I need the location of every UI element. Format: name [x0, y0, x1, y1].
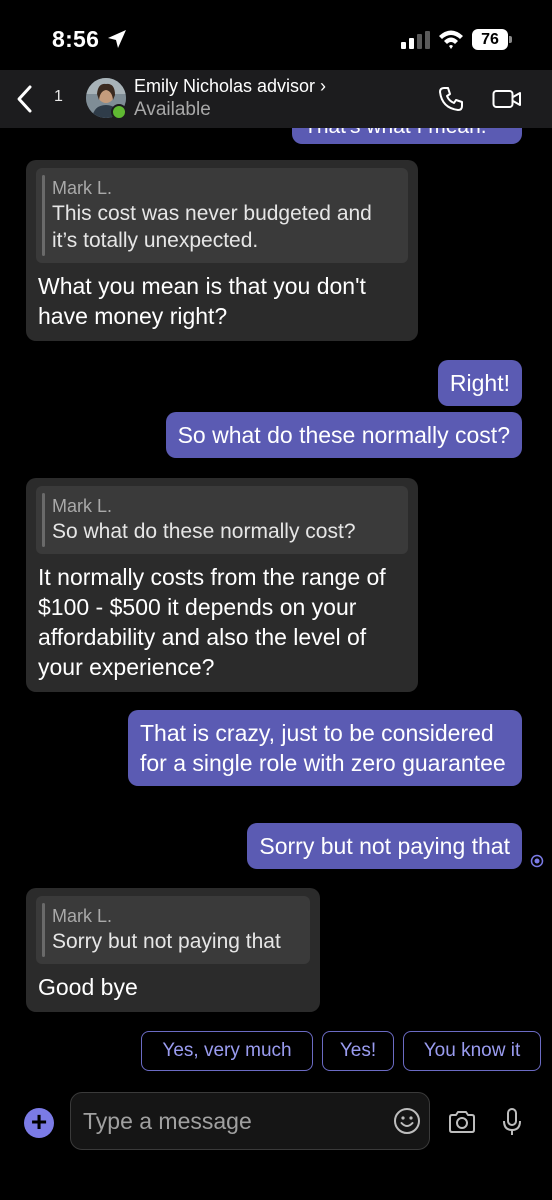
battery-cap: [509, 36, 512, 43]
message-text: Good bye: [38, 974, 138, 1000]
quote-text: This cost was never budgeted and it’s to…: [52, 202, 372, 252]
quote-author: Mark L.: [52, 496, 113, 516]
battery-level: 76: [472, 29, 508, 50]
plus-icon[interactable]: +: [24, 1108, 54, 1138]
video-icon[interactable]: [492, 88, 522, 110]
suggested-reply-chip[interactable]: You know it: [403, 1031, 541, 1071]
camera-icon[interactable]: [448, 1110, 476, 1134]
outgoing-message[interactable]: That is crazy, just to be considered for…: [128, 710, 522, 786]
status-time: 8:56: [52, 26, 100, 52]
location-arrow-icon: [108, 30, 126, 48]
message-input-box[interactable]: [70, 1092, 430, 1150]
incoming-message[interactable]: Mark L. So what do these normally cost? …: [26, 478, 418, 692]
signal-icon: [401, 31, 430, 49]
outgoing-message[interactable]: Right!: [437, 360, 522, 406]
message-text: It normally costs from the range of $100…: [38, 564, 386, 680]
quote-author: Mark L.: [52, 178, 113, 198]
emoji-icon[interactable]: [393, 1107, 421, 1135]
quote-text: Sorry but not paying that: [52, 930, 281, 953]
mic-icon[interactable]: [502, 1107, 522, 1137]
quoted-reply[interactable]: Mark L. Sorry but not paying that: [36, 896, 310, 964]
incoming-message[interactable]: Mark L. Sorry but not paying that Good b…: [26, 888, 320, 1012]
quote-author: Mark L.: [52, 906, 113, 926]
outgoing-message-partial[interactable]: That's what I mean.: [292, 128, 522, 144]
message-text: What you mean is that you don't have mon…: [38, 273, 366, 329]
quote-text: So what do these normally cost?: [52, 520, 356, 543]
back-chevron-icon[interactable]: [14, 84, 36, 114]
quoted-reply[interactable]: Mark L. So what do these normally cost?: [36, 486, 408, 554]
wifi-icon: [439, 30, 463, 49]
outgoing-message[interactable]: So what do these normally cost?: [165, 412, 522, 458]
quoted-reply[interactable]: Mark L. This cost was never budgeted and…: [36, 168, 408, 263]
read-receipt-icon: [530, 854, 544, 868]
suggested-replies: Yes, very much Yes! You know it: [0, 1031, 552, 1071]
message-list[interactable]: That's what I mean. Mark L. This cost wa…: [0, 128, 552, 1028]
phone-icon[interactable]: [438, 86, 464, 112]
status-bar: 8:56 76: [0, 0, 552, 70]
presence-available-indicator: [111, 104, 127, 120]
suggested-reply-chip[interactable]: Yes!: [322, 1031, 394, 1071]
contact-status: Available: [134, 99, 211, 120]
suggested-reply-chip[interactable]: Yes, very much: [141, 1031, 313, 1071]
back-unread-count[interactable]: 1: [54, 88, 63, 106]
outgoing-message[interactable]: Sorry but not paying that: [247, 823, 522, 869]
battery-indicator: 76: [472, 29, 512, 50]
message-input[interactable]: [83, 1105, 383, 1137]
contact-name[interactable]: Emily Nicholas advisor ›: [134, 76, 326, 97]
incoming-message[interactable]: Mark L. This cost was never budgeted and…: [26, 160, 418, 341]
compose-bar: +: [0, 1088, 552, 1200]
chat-header: 1 Emily Nicholas advisor › Available: [0, 70, 552, 128]
